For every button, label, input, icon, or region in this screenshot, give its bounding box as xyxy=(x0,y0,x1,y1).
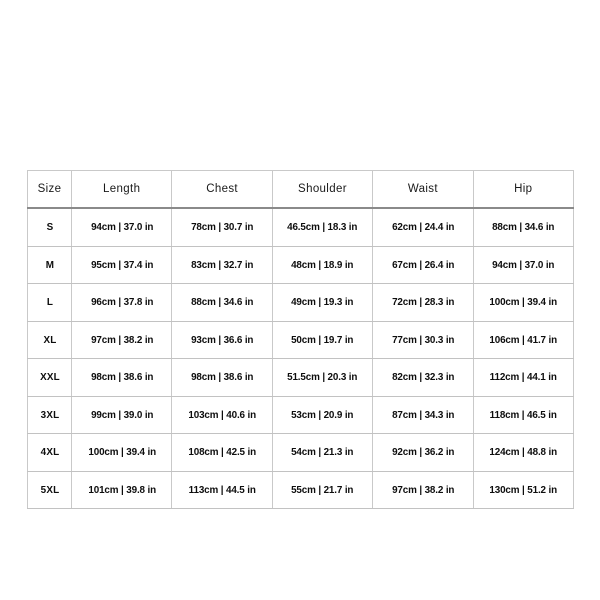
cell-shoulder: 53cm | 20.9 in xyxy=(274,395,371,434)
cell-hip: 118cm | 46.5 in xyxy=(475,395,571,434)
cell-shoulder: 55cm | 21.7 in xyxy=(274,470,371,509)
cell-length: 99cm | 39.0 in xyxy=(74,395,170,434)
cell-hip: 94cm | 37.0 in xyxy=(475,245,571,284)
column-header-waist: Waist xyxy=(372,170,474,209)
table-row: 3XL 99cm | 39.0 in 103cm | 40.6 in 53cm … xyxy=(28,395,574,434)
cell-length: 98cm | 38.6 in xyxy=(74,358,170,397)
size-chart-page: Size Length Chest Shoulder Waist Hip S 9… xyxy=(0,0,600,600)
cell-waist: 72cm | 28.3 in xyxy=(375,283,471,322)
table-row: XXL 98cm | 38.6 in 98cm | 38.6 in 51.5cm… xyxy=(28,358,574,397)
cell-hip: 100cm | 39.4 in xyxy=(475,283,571,322)
size-chart-container: Size Length Chest Shoulder Waist Hip S 9… xyxy=(27,170,574,509)
cell-hip: 124cm | 48.8 in xyxy=(475,433,571,472)
cell-size: 3XL xyxy=(28,395,71,434)
cell-waist: 77cm | 30.3 in xyxy=(375,320,471,359)
table-row: XL 97cm | 38.2 in 93cm | 36.6 in 50cm | … xyxy=(28,320,574,359)
cell-waist: 87cm | 34.3 in xyxy=(375,395,471,434)
cell-size: 4XL xyxy=(28,433,71,472)
column-header-shoulder: Shoulder xyxy=(271,170,374,209)
cell-waist: 97cm | 38.2 in xyxy=(375,470,471,509)
cell-length: 94cm | 37.0 in xyxy=(74,207,170,247)
cell-hip: 106cm | 41.7 in xyxy=(475,320,571,359)
table-header: Size Length Chest Shoulder Waist Hip xyxy=(27,170,574,209)
table-row: 5XL 101cm | 39.8 in 113cm | 44.5 in 55cm… xyxy=(28,470,574,509)
cell-shoulder: 46.5cm | 18.3 in xyxy=(274,207,371,247)
cell-size: M xyxy=(28,245,71,284)
cell-size: L xyxy=(28,283,71,322)
cell-chest: 103cm | 40.6 in xyxy=(174,395,270,434)
cell-size: XXL xyxy=(28,358,71,397)
cell-size: XL xyxy=(28,320,71,359)
cell-waist: 82cm | 32.3 in xyxy=(375,358,471,397)
cell-shoulder: 49cm | 19.3 in xyxy=(274,283,371,322)
cell-waist: 62cm | 24.4 in xyxy=(375,207,471,247)
table-row: 4XL 100cm | 39.4 in 108cm | 42.5 in 54cm… xyxy=(28,433,574,472)
table-row: M 95cm | 37.4 in 83cm | 32.7 in 48cm | 1… xyxy=(28,245,574,284)
cell-hip: 112cm | 44.1 in xyxy=(475,358,571,397)
cell-shoulder: 50cm | 19.7 in xyxy=(274,320,371,359)
table-body: S 94cm | 37.0 in 78cm | 30.7 in 46.5cm |… xyxy=(28,207,574,509)
cell-hip: 88cm | 34.6 in xyxy=(475,207,571,247)
table-row: L 96cm | 37.8 in 88cm | 34.6 in 49cm | 1… xyxy=(28,283,574,322)
cell-chest: 113cm | 44.5 in xyxy=(174,470,270,509)
cell-chest: 88cm | 34.6 in xyxy=(174,283,270,322)
cell-chest: 78cm | 30.7 in xyxy=(174,207,270,247)
cell-chest: 93cm | 36.6 in xyxy=(174,320,270,359)
cell-shoulder: 54cm | 21.3 in xyxy=(274,433,371,472)
cell-size: 5XL xyxy=(28,470,71,509)
cell-waist: 67cm | 26.4 in xyxy=(375,245,471,284)
cell-chest: 108cm | 42.5 in xyxy=(174,433,270,472)
header-row: Size Length Chest Shoulder Waist Hip xyxy=(27,170,574,209)
cell-length: 100cm | 39.4 in xyxy=(74,433,170,472)
cell-shoulder: 48cm | 18.9 in xyxy=(274,245,371,284)
column-header-length: Length xyxy=(70,170,173,209)
size-chart-table: Size Length Chest Shoulder Waist Hip S 9… xyxy=(27,170,574,509)
cell-chest: 98cm | 38.6 in xyxy=(174,358,270,397)
cell-hip: 130cm | 51.2 in xyxy=(475,470,571,509)
cell-chest: 83cm | 32.7 in xyxy=(174,245,270,284)
cell-length: 101cm | 39.8 in xyxy=(74,470,170,509)
cell-size: S xyxy=(28,207,71,247)
cell-length: 96cm | 37.8 in xyxy=(74,283,170,322)
cell-length: 97cm | 38.2 in xyxy=(74,320,170,359)
column-header-hip: Hip xyxy=(472,170,574,209)
column-header-size: Size xyxy=(27,170,72,209)
cell-length: 95cm | 37.4 in xyxy=(74,245,170,284)
cell-waist: 92cm | 36.2 in xyxy=(375,433,471,472)
table-row: S 94cm | 37.0 in 78cm | 30.7 in 46.5cm |… xyxy=(28,207,574,247)
column-header-chest: Chest xyxy=(171,170,273,209)
cell-shoulder: 51.5cm | 20.3 in xyxy=(274,358,371,397)
